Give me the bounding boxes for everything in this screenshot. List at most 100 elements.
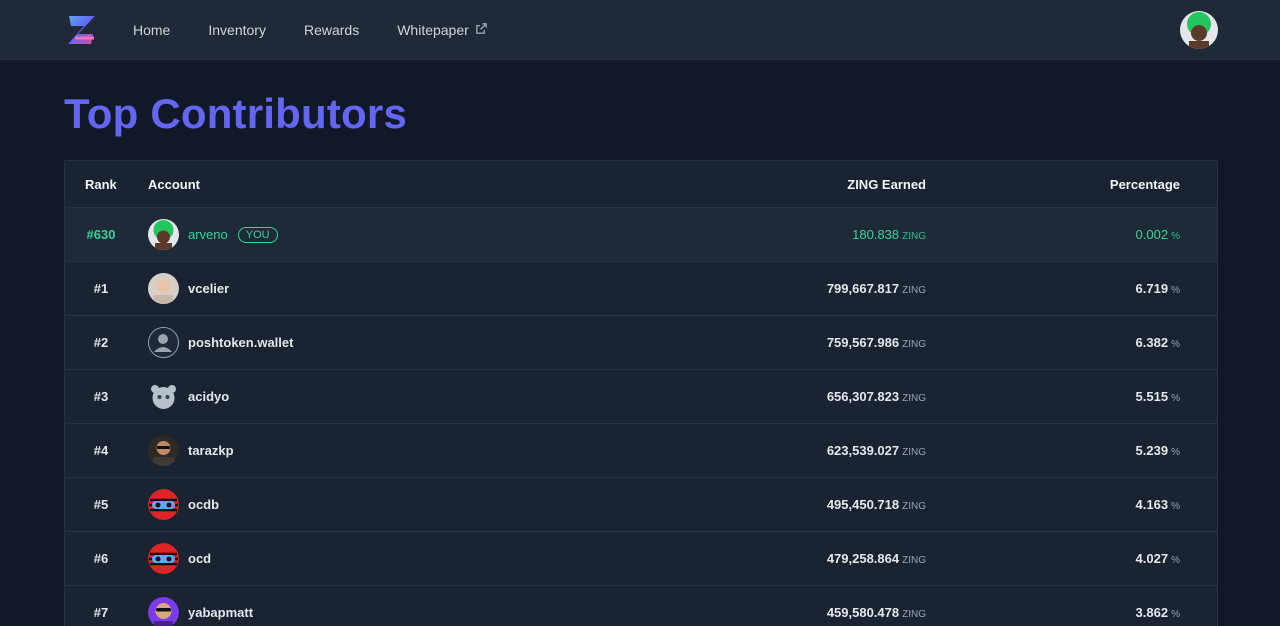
header-account: Account: [148, 176, 200, 192]
percentage-unit: %: [1171, 231, 1180, 242]
account-name[interactable]: tarazkp: [188, 443, 234, 458]
percentage-unit: %: [1171, 555, 1180, 566]
percentage-value: 0.002: [1135, 227, 1169, 242]
avatar[interactable]: [148, 381, 179, 412]
percentage-unit: %: [1171, 339, 1180, 350]
nav-inventory-label: Inventory: [208, 21, 266, 38]
earned-unit: ZING: [902, 339, 926, 350]
table-row[interactable]: #1 vcelier 799,667.817 ZING 6.719%: [65, 261, 1217, 315]
rank-cell: #7: [93, 605, 109, 620]
percentage-cell: 4.027%: [926, 551, 1199, 566]
avatar[interactable]: [148, 273, 179, 304]
rank-cell: #2: [93, 335, 109, 350]
percentage-cell: 3.862%: [926, 605, 1199, 620]
avatar[interactable]: [148, 597, 179, 626]
earned-cell: 656,307.823 ZING: [685, 389, 926, 404]
earned-unit: ZING: [902, 285, 926, 296]
you-badge: YOU: [237, 226, 278, 243]
account-cell: poshtoken.wallet: [137, 327, 685, 358]
percentage-value: 3.862: [1135, 605, 1169, 620]
earned-value: 495,450.718: [826, 497, 900, 512]
nav-rewards[interactable]: Rewards: [304, 22, 359, 38]
earned-unit: ZING: [902, 609, 926, 620]
nav-home-label: Home: [133, 21, 171, 38]
percentage-value: 4.027: [1135, 551, 1169, 566]
table-row[interactable]: #4 tarazkp 623,539.027 ZING 5.239%: [65, 423, 1217, 477]
avatar[interactable]: [148, 489, 179, 520]
rank-cell: #1: [93, 281, 109, 296]
account-cell: ocdb: [137, 489, 685, 520]
earned-value: 799,667.817: [826, 281, 900, 296]
earned-cell: 759,567.986 ZING: [685, 335, 926, 350]
account-name[interactable]: yabapmatt: [188, 605, 253, 620]
top-navbar: Home Inventory Rewards Whitepaper: [0, 0, 1280, 60]
earned-cell: 180.838 ZING: [685, 227, 926, 242]
earned-value: 759,567.986: [826, 335, 900, 350]
rank-cell: #3: [93, 389, 109, 404]
account-name[interactable]: arveno: [188, 227, 228, 242]
external-link-icon: [475, 22, 488, 38]
avatar[interactable]: [148, 543, 179, 574]
table-row[interactable]: #5 ocdb 495,450.718 ZING 4.163%: [65, 477, 1217, 531]
rank-cell: #6: [93, 551, 109, 566]
percentage-value: 6.719: [1135, 281, 1169, 296]
earned-unit: ZING: [902, 555, 926, 566]
nav-whitepaper[interactable]: Whitepaper: [397, 22, 488, 38]
account-name[interactable]: vcelier: [188, 281, 229, 296]
account-name[interactable]: poshtoken.wallet: [188, 335, 293, 350]
earned-value: 180.838: [852, 227, 900, 242]
header-rank: Rank: [85, 176, 117, 192]
nav-whitepaper-label: Whitepaper: [397, 21, 469, 38]
header-percentage: Percentage: [1109, 176, 1180, 192]
table-row[interactable]: #7 yabapmatt 459,580.478 ZING 3.862%: [65, 585, 1217, 626]
nav-inventory[interactable]: Inventory: [208, 22, 266, 38]
avatar[interactable]: [148, 219, 179, 250]
account-name[interactable]: ocdb: [188, 497, 219, 512]
user-avatar[interactable]: [1180, 10, 1218, 49]
earned-unit: ZING: [902, 501, 926, 512]
earned-value: 479,258.864: [826, 551, 900, 566]
percentage-unit: %: [1171, 501, 1180, 512]
percentage-cell: 5.515%: [926, 389, 1199, 404]
rank-cell: #4: [93, 443, 109, 458]
percentage-unit: %: [1171, 285, 1180, 296]
rank-cell: #5: [93, 497, 109, 512]
earned-cell: 495,450.718 ZING: [685, 497, 926, 512]
rank-cell: #630: [86, 227, 116, 242]
earned-unit: ZING: [902, 447, 926, 458]
header-earned: ZING Earned: [847, 176, 926, 192]
percentage-unit: %: [1171, 447, 1180, 458]
earned-unit: ZING: [902, 393, 926, 404]
nav-home[interactable]: Home: [133, 22, 170, 38]
earned-cell: 459,580.478 ZING: [685, 605, 926, 620]
percentage-value: 6.382: [1135, 335, 1169, 350]
table-row[interactable]: #2 poshtoken.wallet 759,567.986 ZING 6.38…: [65, 315, 1217, 369]
earned-value: 656,307.823: [826, 389, 900, 404]
earned-value: 623,539.027: [826, 443, 900, 458]
percentage-cell: 5.239%: [926, 443, 1199, 458]
percentage-cell: 0.002%: [926, 227, 1199, 242]
main-content: Top Contributors Rank Account ZING Earne…: [0, 90, 1280, 626]
account-cell: ocd: [137, 543, 685, 574]
earned-cell: 623,539.027 ZING: [685, 443, 926, 458]
table-row[interactable]: #6 ocd 479,258.864 ZING 4.027%: [65, 531, 1217, 585]
nav-rewards-label: Rewards: [303, 21, 360, 38]
percentage-value: 5.515: [1135, 389, 1169, 404]
account-cell: acidyo: [137, 381, 685, 412]
percentage-unit: %: [1171, 393, 1180, 404]
account-cell: tarazkp: [137, 435, 685, 466]
avatar[interactable]: [148, 435, 179, 466]
table-row-you[interactable]: #630 arveno YOU 180.838 ZING 0.002%: [65, 207, 1217, 261]
account-cell: arveno YOU: [137, 219, 685, 250]
account-name[interactable]: ocd: [188, 551, 211, 566]
account-cell: yabapmatt: [137, 597, 685, 626]
avatar[interactable]: [148, 327, 179, 358]
table-row[interactable]: #3 acidyo 656,307.823 ZING 5.515%: [65, 369, 1217, 423]
contributors-table: Rank Account ZING Earned Percentage #630…: [64, 160, 1218, 626]
percentage-unit: %: [1171, 609, 1180, 620]
percentage-value: 4.163: [1135, 497, 1169, 512]
zing-logo-icon[interactable]: [66, 12, 98, 48]
earned-cell: 479,258.864 ZING: [685, 551, 926, 566]
account-name[interactable]: acidyo: [188, 389, 229, 404]
table-header: Rank Account ZING Earned Percentage: [65, 161, 1217, 207]
